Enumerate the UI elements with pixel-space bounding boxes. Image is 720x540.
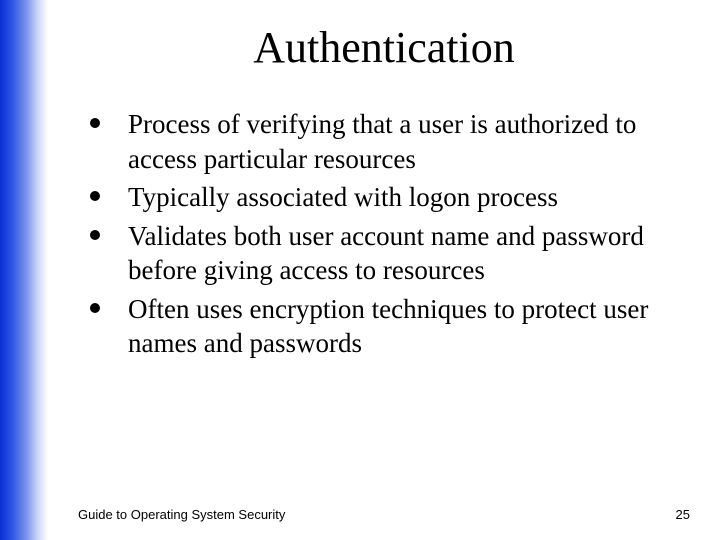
bullet-icon bbox=[90, 303, 100, 313]
list-item: Process of verifying that a user is auth… bbox=[78, 107, 690, 176]
list-item: Typically associated with logon process bbox=[78, 180, 690, 215]
bullet-icon bbox=[90, 118, 100, 128]
bullet-text: Typically associated with logon process bbox=[128, 182, 558, 212]
bullet-text: Process of verifying that a user is auth… bbox=[128, 109, 636, 174]
bullet-icon bbox=[90, 191, 100, 201]
list-item: Validates both user account name and pas… bbox=[78, 219, 690, 288]
side-gradient-decoration bbox=[0, 0, 48, 540]
bullet-icon bbox=[90, 230, 100, 240]
page-number: 25 bbox=[676, 507, 690, 522]
bullet-list: Process of verifying that a user is auth… bbox=[78, 107, 690, 361]
bullet-text: Often uses encryption techniques to prot… bbox=[128, 294, 648, 359]
slide-title: Authentication bbox=[78, 22, 690, 73]
slide-footer: Guide to Operating System Security 25 bbox=[78, 507, 690, 522]
footer-left-text: Guide to Operating System Security bbox=[78, 507, 285, 522]
bullet-text: Validates both user account name and pas… bbox=[128, 221, 644, 286]
slide-content: Authentication Process of verifying that… bbox=[48, 0, 720, 540]
list-item: Often uses encryption techniques to prot… bbox=[78, 292, 690, 361]
